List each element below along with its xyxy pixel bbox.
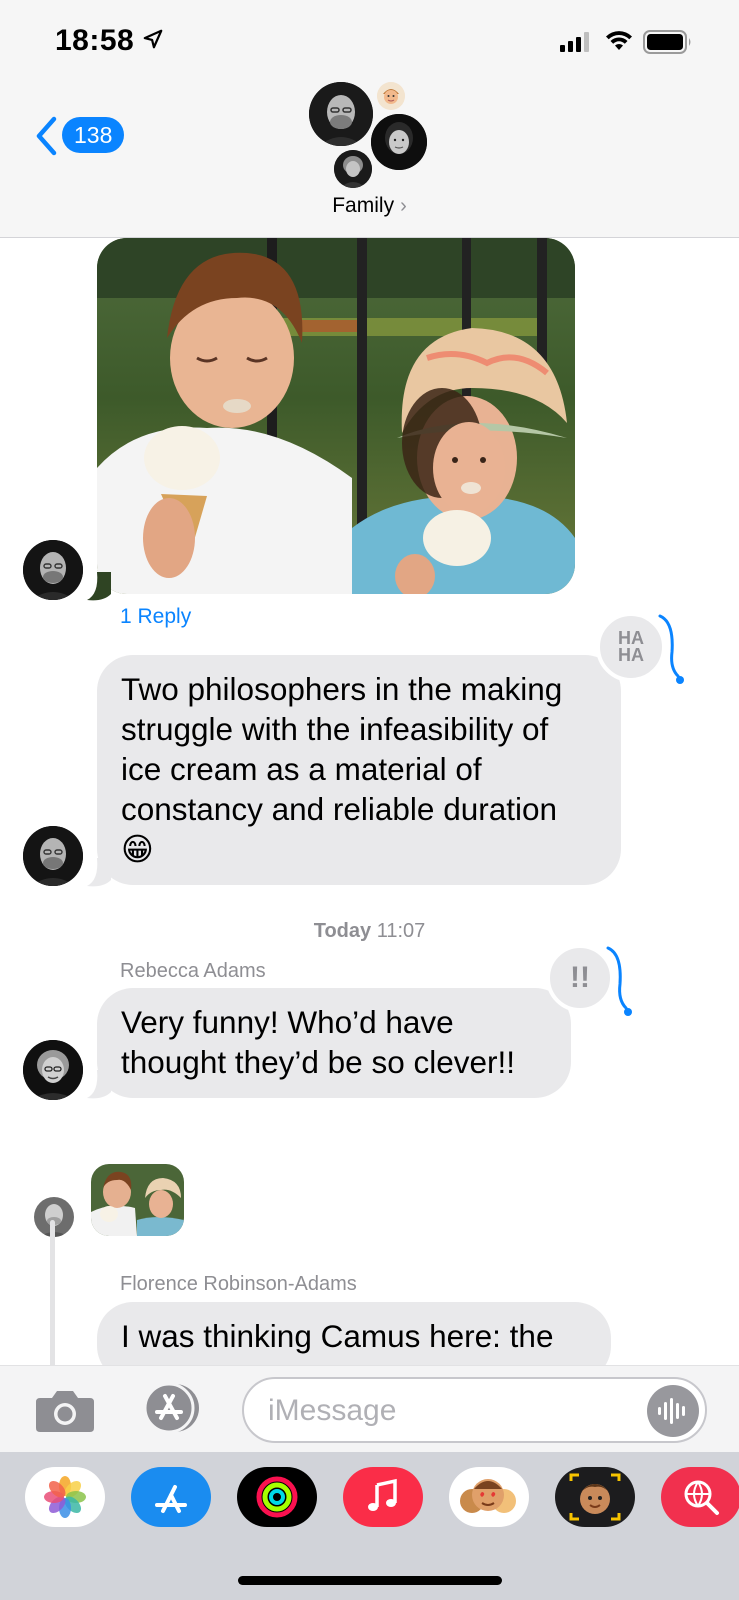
photo-tail <box>87 572 111 601</box>
chevron-left-icon <box>36 116 57 156</box>
thread-connector-line <box>50 1220 55 1370</box>
activity-rings-icon <box>256 1476 298 1518</box>
chevron-right-icon: › <box>400 195 407 217</box>
photos-flower-icon <box>44 1476 86 1518</box>
sender-avatar-man[interactable] <box>23 540 83 600</box>
thread-replies-link[interactable]: 1 Reply <box>120 605 191 629</box>
sender-name-rebecca: Rebecca Adams <box>120 960 266 982</box>
web-search-icon[interactable] <box>661 1467 739 1527</box>
compose-bar <box>0 1365 739 1452</box>
memoji-stickers-icon[interactable] <box>449 1467 529 1527</box>
waveform-icon <box>658 1398 685 1424</box>
wifi-icon <box>606 31 632 50</box>
sender-name-florence: Florence Robinson-Adams <box>120 1273 357 1295</box>
memoji-stickers-faces-icon <box>460 1479 516 1513</box>
activity-app-icon[interactable] <box>237 1467 317 1527</box>
camera-icon[interactable] <box>34 1388 96 1434</box>
message-text-2: Very funny! Who’d have thought they’d be… <box>121 1004 515 1080</box>
message-bubble-1[interactable]: Two philosophers in the making struggle … <box>97 655 621 885</box>
music-note-icon <box>368 1478 397 1511</box>
bearded-man-portrait <box>309 82 373 146</box>
imessage-app-drawer <box>0 1452 739 1600</box>
bearded-man-portrait <box>23 540 83 600</box>
message-text-1: Two philosophers in the making struggle … <box>121 671 563 867</box>
rebecca-portrait <box>23 1040 83 1100</box>
group-name-button[interactable]: Family › <box>0 194 739 218</box>
messages-screen: 18:58 138 Family › 1 Reply Two philosoph… <box>0 0 739 1600</box>
sender-avatar-man[interactable] <box>23 826 83 886</box>
member-avatar-1 <box>309 82 373 146</box>
home-indicator[interactable] <box>238 1576 502 1585</box>
imessage-text-input[interactable] <box>268 1387 628 1435</box>
message-bubble-2[interactable]: Very funny! Who’d have thought they’d be… <box>97 988 571 1098</box>
tapback-mine-marker <box>658 614 684 684</box>
location-arrow-icon <box>143 29 163 49</box>
app-store-a-icon <box>155 1485 187 1513</box>
back-button[interactable]: 138 <box>30 112 125 158</box>
conversation-header: 18:58 138 Family › <box>0 0 739 238</box>
memoji-avatar <box>377 82 405 110</box>
unread-count-badge: 138 <box>62 117 125 153</box>
memoji-face-frame-icon <box>569 1473 621 1521</box>
sender-avatar-rebecca[interactable] <box>23 1040 83 1100</box>
app-store-button-icon[interactable] <box>137 1382 207 1434</box>
older-woman-portrait <box>334 150 372 188</box>
photos-app-icon[interactable] <box>25 1467 105 1527</box>
battery-icon <box>643 30 691 54</box>
app-store-icon[interactable] <box>131 1467 211 1527</box>
conversation-timestamp: Today 11:07 <box>0 920 739 943</box>
timestamp-day: Today <box>313 920 372 942</box>
globe-search-icon <box>684 1480 719 1515</box>
woman-portrait <box>371 114 427 170</box>
audio-message-icon[interactable] <box>647 1385 699 1437</box>
bearded-man-portrait <box>23 826 83 886</box>
group-name-label: Family <box>332 194 395 217</box>
children-ice-cream-photo <box>97 238 575 594</box>
haha-tapback-label: HA HA <box>618 628 644 665</box>
emphasis-tapback-label: !! <box>570 961 590 994</box>
photo-attachment[interactable] <box>97 238 575 594</box>
message-text-3: I was thinking Camus here: the <box>121 1318 554 1354</box>
memoji-face-icon <box>377 82 405 110</box>
member-avatar-2 <box>371 114 427 170</box>
imessage-input-field[interactable] <box>242 1377 707 1443</box>
member-avatar-3 <box>334 150 372 188</box>
bubble-tail <box>87 858 111 887</box>
status-time: 18:58 <box>55 24 135 57</box>
group-avatar-cluster[interactable] <box>305 80 435 190</box>
thread-photo-thumbnail[interactable] <box>91 1164 184 1236</box>
cellular-signal-icon <box>560 32 589 52</box>
children-ice-cream-thumbnail <box>91 1164 184 1236</box>
bubble-tail <box>87 1070 111 1099</box>
timestamp-time: 11:07 <box>376 920 426 942</box>
tapback-mine-marker <box>606 946 632 1016</box>
music-app-icon[interactable] <box>343 1467 423 1527</box>
memoji-icon[interactable] <box>555 1467 635 1527</box>
